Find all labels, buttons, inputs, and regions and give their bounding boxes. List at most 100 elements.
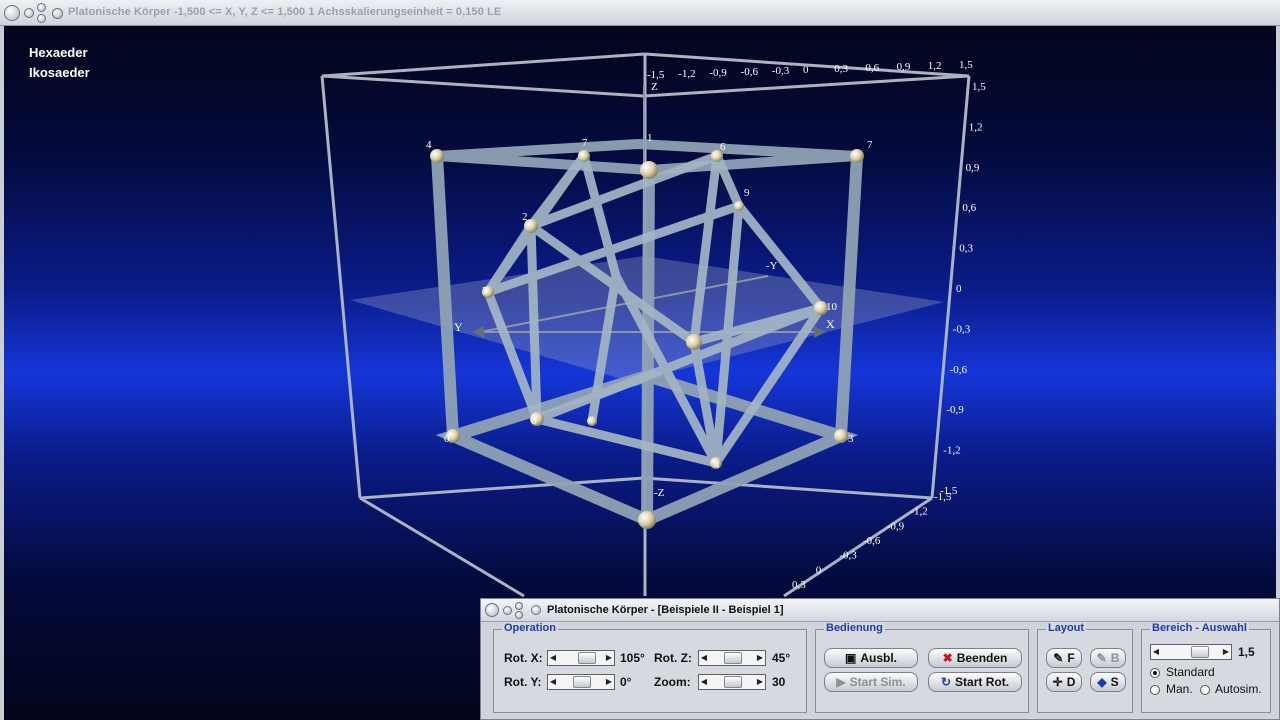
rot-x-slider[interactable]: ◀ ▶ — [547, 650, 615, 666]
zoom-slider[interactable]: ◀ ▶ — [698, 674, 766, 690]
tick-label: -0,3 — [772, 65, 790, 77]
tick-label: -1,2 — [678, 68, 695, 80]
ausbl-button[interactable]: ▣ Ausbl. — [824, 648, 918, 668]
layout-f-label: F — [1067, 651, 1075, 665]
rot-z-value: 45° — [772, 651, 791, 665]
axis-label-z: Z — [651, 81, 658, 93]
hex-vertex-label: 4 — [426, 139, 432, 151]
close-button[interactable] — [37, 14, 46, 23]
slider-thumb[interactable] — [573, 676, 591, 688]
tick-label: 0 — [816, 564, 822, 576]
standard-label: Standard — [1166, 665, 1215, 679]
start-rot-button[interactable]: ↻ Start Rot. — [928, 672, 1022, 692]
standard-radio[interactable] — [1150, 668, 1160, 678]
beenden-button[interactable]: ✖ Beenden — [928, 648, 1022, 668]
autosim-radio[interactable] — [1200, 685, 1210, 695]
tick-label: 1,2 — [969, 121, 983, 133]
tick-label: -0,3 — [839, 550, 857, 562]
slider-left-arrow-icon[interactable]: ◀ — [548, 675, 558, 689]
axis-label-x: X — [826, 317, 835, 331]
slider-thumb[interactable] — [724, 676, 742, 688]
dialog-title: Platonische Körper - [Beispiele II - Bei… — [547, 604, 784, 616]
zoom-label: Zoom: — [654, 675, 691, 689]
maximize-button[interactable] — [37, 3, 46, 12]
tick-label: -1,2 — [943, 445, 960, 457]
window-menu-button[interactable] — [4, 5, 20, 21]
operation-group: Operation Rot. X: ◀ ▶ 105° Rot. Z: ◀ ▶ 4… — [493, 622, 807, 713]
dialog-close-button[interactable] — [515, 611, 523, 619]
tick-label: -0,9 — [887, 520, 905, 532]
slider-left-arrow-icon[interactable]: ◀ — [699, 651, 709, 665]
tick-label: 1,5 — [959, 59, 973, 71]
tick-label: 1,2 — [928, 60, 942, 72]
rot-z-label: Rot. Z: — [654, 651, 692, 665]
rot-x-label: Rot. X: — [504, 651, 543, 665]
slider-right-arrow-icon[interactable]: ▶ — [1221, 645, 1231, 659]
layout-d-button[interactable]: ✛ D — [1046, 672, 1082, 692]
slider-thumb[interactable] — [1191, 646, 1209, 658]
bedienung-group: Bedienung ▣ Ausbl. ✖ Beenden ▶ Start Sim… — [815, 622, 1029, 713]
iko-vertex-label: 3 — [482, 285, 488, 297]
iko-vertex-label: 2 — [522, 211, 528, 223]
tick-label: -1,2 — [910, 506, 927, 518]
slider-thumb[interactable] — [578, 652, 596, 664]
slider-thumb[interactable] — [724, 652, 742, 664]
man-radio[interactable] — [1150, 685, 1160, 695]
bereich-title: Bereich - Auswahl — [1150, 622, 1249, 634]
layout-d-label: D — [1066, 675, 1076, 689]
close-x-icon: ✖ — [942, 651, 953, 665]
tick-label: 0,3 — [959, 243, 973, 255]
slider-left-arrow-icon[interactable]: ◀ — [1151, 645, 1161, 659]
slider-left-arrow-icon[interactable]: ◀ — [548, 651, 558, 665]
rot-y-label: Rot. Y: — [504, 675, 542, 689]
tick-label: -0,3 — [953, 323, 971, 335]
iko-vertex-label: 6 — [531, 415, 537, 427]
iko-vertex-label: 10 — [826, 301, 838, 313]
dialog-menu-button[interactable] — [485, 603, 499, 617]
operation-title: Operation — [502, 622, 558, 634]
layout-s-button[interactable]: ◆ S — [1090, 672, 1126, 692]
rot-x-value: 105° — [620, 651, 645, 665]
bereich-value: 1,5 — [1238, 645, 1255, 659]
iko-vertex-label: 4 — [714, 459, 720, 471]
tick-label: 1,5 — [972, 81, 986, 93]
zoom-value: 30 — [772, 675, 786, 689]
hex-vertex-label: 6 — [720, 141, 726, 153]
play-icon: ▶ — [836, 675, 846, 689]
slider-right-arrow-icon[interactable]: ▶ — [755, 651, 765, 665]
tick-label: 0,6 — [865, 62, 879, 74]
tick-label: 0,9 — [966, 162, 980, 174]
tick-label: 0 — [803, 64, 809, 76]
layout-title: Layout — [1046, 622, 1087, 634]
ausbl-label: Ausbl. — [860, 651, 897, 665]
dialog-minimize-button[interactable] — [503, 606, 512, 615]
autosim-label: Autosim. — [1215, 682, 1262, 696]
cube-icon: ◆ — [1097, 675, 1107, 689]
rot-y-slider[interactable]: ◀ ▶ — [547, 674, 615, 690]
tick-label: -0,6 — [741, 66, 759, 78]
axis-label-neg-z: -Z — [654, 487, 665, 499]
hex-vertex-label: 3 — [848, 433, 854, 445]
tick-label: -0,9 — [946, 404, 964, 416]
window-title: Platonische Körper -1,500 <= X, Y, Z <= … — [68, 6, 502, 18]
beenden-label: Beenden — [956, 651, 1008, 665]
slider-right-arrow-icon[interactable]: ▶ — [604, 651, 614, 665]
rot-z-slider[interactable]: ◀ ▶ — [698, 650, 766, 666]
tick-label: 0,3 — [792, 579, 806, 591]
layout-f-button[interactable]: ✎ F — [1046, 648, 1082, 668]
title-icon — [52, 8, 63, 19]
dialog-maximize-button[interactable] — [515, 602, 523, 610]
start-sim-button[interactable]: ▶ Start Sim. — [824, 672, 918, 692]
slider-right-arrow-icon[interactable]: ▶ — [755, 675, 765, 689]
tick-label: -1,5 — [934, 491, 952, 503]
hex-vertex-label: 7 — [582, 137, 588, 149]
tick-label: 0,3 — [834, 63, 848, 75]
man-label: Man. — [1166, 682, 1193, 696]
bereich-slider[interactable]: ◀ ▶ — [1150, 644, 1232, 660]
layout-b-button[interactable]: ✎ B — [1090, 648, 1126, 668]
minimize-button[interactable] — [24, 8, 34, 18]
bedienung-title: Bedienung — [824, 622, 885, 634]
layout-s-label: S — [1110, 675, 1119, 689]
slider-left-arrow-icon[interactable]: ◀ — [699, 675, 709, 689]
slider-right-arrow-icon[interactable]: ▶ — [604, 675, 614, 689]
